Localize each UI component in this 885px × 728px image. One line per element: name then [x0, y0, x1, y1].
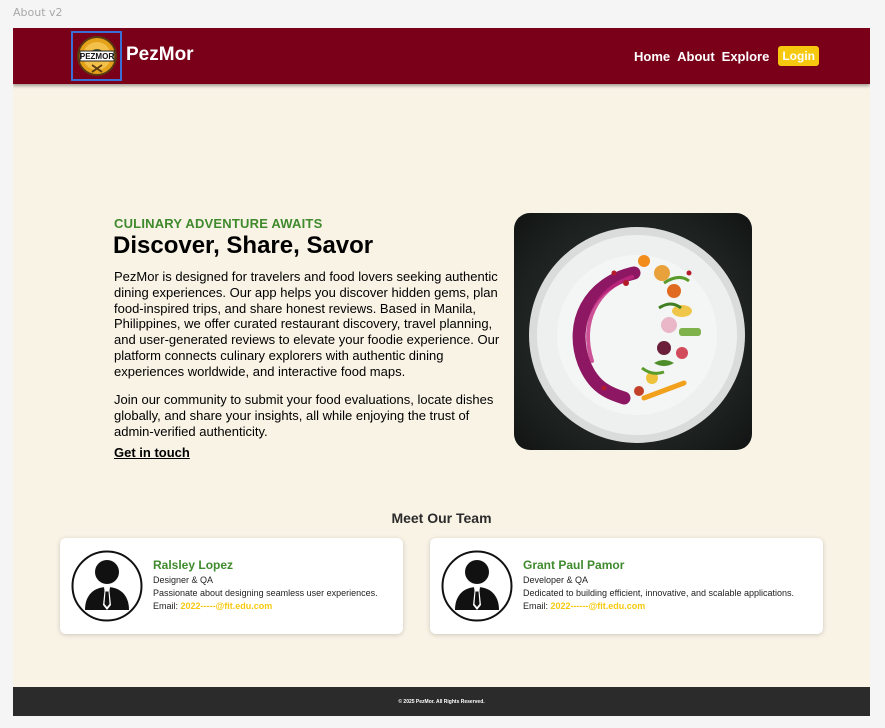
login-button[interactable]: Login [778, 46, 819, 66]
logo[interactable]: PEZMOR [71, 31, 122, 81]
get-in-touch-link[interactable]: Get in touch [114, 445, 190, 460]
nav-links: Home About Explore Login [634, 46, 819, 66]
team-card: Ralsley Lopez Designer & QA Passionate a… [60, 538, 403, 634]
member-name: Ralsley Lopez [153, 558, 234, 572]
email-label: Email: [153, 601, 181, 611]
logo-text: PEZMOR [79, 52, 113, 61]
member-email: Email: 2022------@fit.edu.com [523, 601, 645, 611]
email-link[interactable]: 2022------@fit.edu.com [551, 601, 646, 611]
member-role: Developer & QA [523, 575, 589, 585]
nav-home[interactable]: Home [634, 49, 670, 64]
nav-about[interactable]: About [677, 49, 715, 64]
brand-name[interactable]: PezMor [126, 44, 194, 66]
footer: © 2025 PezMor. All Rights Reserved. [13, 687, 870, 716]
navbar: PEZMOR PezMor Home About Explore Login [13, 28, 870, 84]
member-name: Grant Paul Pamor [523, 558, 625, 572]
hero-title: Discover, Share, Savor [113, 232, 374, 259]
nav-explore[interactable]: Explore [722, 49, 770, 64]
person-avatar-icon [71, 550, 143, 622]
hero-eyebrow: CULINARY ADVENTURE AWAITS [114, 216, 323, 231]
hero-paragraph-2: Join our community to submit your food e… [114, 392, 494, 439]
team-heading: Meet Our Team [391, 510, 492, 526]
member-role: Designer & QA [153, 575, 214, 585]
person-avatar-icon [441, 550, 513, 622]
plated-dish-image [514, 213, 752, 450]
team-card: Grant Paul Pamor Developer & QA Dedicate… [430, 538, 823, 634]
email-link[interactable]: 2022-----@fit.edu.com [181, 601, 273, 611]
member-bio: Dedicated to building efficient, innovat… [523, 588, 795, 598]
member-email: Email: 2022-----@fit.edu.com [153, 601, 272, 611]
email-label: Email: [523, 601, 551, 611]
pezmor-logo-icon: PEZMOR [76, 36, 117, 76]
frame-label: About v2 [13, 6, 63, 19]
member-bio: Passionate about designing seamless user… [153, 588, 378, 598]
hero-paragraph-1: PezMor is designed for travelers and foo… [114, 269, 500, 379]
copyright-text: © 2025 PezMor. All Rights Reserved. [398, 698, 485, 705]
about-page: PEZMOR PezMor Home About Explore Login C… [13, 28, 870, 716]
